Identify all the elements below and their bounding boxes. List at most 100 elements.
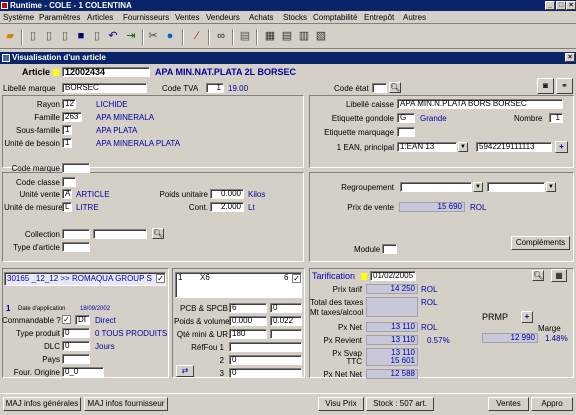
libelle-caisse-field[interactable]: APA MIN.N.PLATA BORS BORSEC (397, 99, 563, 109)
regroupement2-dropdown-icon[interactable]: ▼ (546, 182, 556, 192)
pcb-field[interactable]: 6 (229, 303, 267, 313)
menu-achats[interactable]: Achats (249, 12, 273, 23)
qte-mini-field[interactable]: 180 (229, 329, 267, 339)
exit-icon[interactable]: ⇥ (124, 29, 138, 43)
menu-parametres[interactable]: Paramètres (39, 12, 80, 23)
print-preview-icon[interactable]: ▦ (263, 29, 277, 43)
tarification-date-field[interactable]: 01/02/2005 (370, 271, 416, 281)
etiquette-gondole-field[interactable]: G (397, 113, 415, 123)
regroupement2-select[interactable] (487, 182, 545, 192)
appro-button[interactable]: Appro (531, 397, 573, 411)
article-code-field[interactable]: 12002434 (62, 67, 150, 77)
nombre-field[interactable]: 1 (549, 113, 563, 123)
libelle-marque-field[interactable]: BORSEC (62, 83, 147, 93)
regroupement-dropdown-icon[interactable]: ▼ (473, 182, 483, 192)
prmp-add-button[interactable]: + (521, 311, 533, 323)
menu-comptabilite[interactable]: Comptabilité (313, 12, 357, 23)
reffou-2-field[interactable]: 0 (229, 355, 302, 365)
menu-entrepot[interactable]: Entrepôt (364, 12, 394, 23)
ur-field[interactable] (270, 329, 302, 339)
four-origine-field[interactable]: 0_0 (62, 367, 104, 377)
link-icon[interactable]: ⚭ (556, 78, 573, 94)
document-icon[interactable]: ▯ (26, 29, 40, 43)
complements-button[interactable]: Compléments (511, 236, 570, 250)
ean-value-field[interactable]: 5942219111113 (476, 142, 552, 152)
type-produit-field[interactable]: 0 (62, 328, 90, 338)
calculator-icon[interactable]: ▦ (551, 269, 567, 282)
document-copy-icon[interactable]: ▯ (42, 29, 56, 43)
collection-field[interactable] (62, 229, 90, 239)
tarification-search-icon[interactable]: 🔍︎ (532, 270, 544, 281)
undo-icon[interactable]: ↶ (106, 29, 120, 43)
document-list-icon[interactable]: ▯ (58, 29, 72, 43)
collection-name-field[interactable] (93, 229, 147, 239)
famille-field[interactable]: 263 (62, 112, 82, 122)
tools-icon[interactable]: ✂ (146, 29, 160, 43)
ventes-button[interactable]: Ventes (488, 397, 529, 411)
pack-checkbox[interactable]: ✓ (292, 274, 301, 283)
code-tva-rate: 19.00 (228, 84, 249, 93)
collection-search-icon[interactable]: 🔍︎ (152, 228, 164, 239)
pays-field[interactable] (62, 354, 90, 364)
minimize-button[interactable]: _ (545, 1, 555, 10)
menu-ventes[interactable]: Ventes (175, 12, 199, 23)
regroupement-select[interactable] (400, 182, 472, 192)
add-ean-button[interactable]: + (555, 141, 568, 153)
menu-fournisseurs[interactable]: Fournisseurs (123, 12, 169, 23)
ean-type-dropdown-icon[interactable]: ▼ (458, 142, 468, 152)
module-field[interactable] (382, 244, 397, 254)
binoculars-icon[interactable]: ∞ (214, 29, 228, 43)
photo-link-icon[interactable]: ⇄ (176, 365, 194, 377)
child-close-button[interactable]: × (565, 53, 575, 62)
printer-settings-icon[interactable]: ▧ (314, 29, 328, 43)
sous-famille-field[interactable]: 1 (62, 125, 72, 135)
rayon-field[interactable]: 12 (62, 99, 76, 109)
reffou-1-field[interactable] (229, 342, 302, 352)
supplier-checkbox[interactable]: ✓ (156, 274, 165, 283)
commandable-checkbox[interactable]: ✓ (62, 315, 71, 324)
printer-icon[interactable]: ▤ (280, 29, 294, 43)
camera-icon[interactable]: ◙ (537, 78, 554, 94)
etiquette-marquage-field[interactable] (397, 127, 415, 137)
close-button[interactable]: × (566, 1, 576, 10)
clipboard-icon[interactable]: ▤ (238, 29, 252, 43)
code-classe-field[interactable] (62, 177, 76, 187)
maximize-button[interactable]: □ (556, 1, 566, 10)
spcb-field[interactable]: 0 (270, 303, 302, 313)
magic-wand-icon[interactable]: ⁄ (190, 29, 204, 43)
maj-infos-generales-button[interactable]: MAJ infos générales (3, 397, 81, 411)
open-folder-icon[interactable]: ▰ (3, 29, 17, 43)
menu-bar: Système Paramètres Articles Fournisseurs… (0, 11, 576, 24)
code-etat-search-icon[interactable]: 🔍︎ (389, 82, 401, 93)
unite-besoin-field[interactable]: 1 (62, 138, 72, 148)
menu-autres[interactable]: Autres (403, 12, 426, 23)
packaging-list[interactable]: 1 X6 6 (175, 272, 302, 298)
visu-prix-button[interactable]: Visu Prix (318, 397, 364, 411)
globe-icon[interactable]: ● (163, 29, 177, 43)
type-article-field[interactable] (62, 242, 90, 252)
volume-field[interactable]: 0.022 (270, 316, 302, 326)
menu-articles[interactable]: Articles (87, 12, 113, 23)
code-marque-field[interactable] (62, 163, 90, 173)
code-etat-field[interactable] (372, 83, 387, 93)
menu-vendeurs[interactable]: Vendeurs (206, 12, 240, 23)
supplier-list-item[interactable]: 30165 _12_12 >> ROMAQUA GROUP S (4, 272, 166, 286)
unite-vente-field[interactable]: A (62, 189, 72, 199)
delete-icon[interactable]: ▯ (90, 29, 104, 43)
code-tva-field[interactable]: 1 (206, 83, 224, 93)
poids-unitaire-field[interactable]: 0.000 (210, 189, 244, 199)
cont-field[interactable]: 2.000 (210, 202, 244, 212)
save-icon[interactable]: ■ (74, 29, 88, 43)
menu-systeme[interactable]: Système (3, 12, 34, 23)
menu-stocks[interactable]: Stocks (283, 12, 307, 23)
print-setup-icon[interactable]: ▥ (297, 29, 311, 43)
app-title: Runtime - COLE - 1 COLENTINA (10, 1, 132, 10)
stock-button[interactable]: Stock : 507 art. (366, 397, 434, 411)
dlc-field[interactable]: 0 (62, 341, 90, 351)
commandable-code-field[interactable]: DI (75, 315, 90, 325)
maj-infos-fournisseur-button[interactable]: MAJ infos fournisseur (84, 397, 168, 411)
ean-type-select[interactable]: 1:EAN 13 (397, 142, 457, 152)
unite-mesure-field[interactable]: L (62, 202, 72, 212)
poids-field[interactable]: 0.000 (229, 316, 267, 326)
reffou-3-field[interactable]: 0 (229, 368, 302, 378)
